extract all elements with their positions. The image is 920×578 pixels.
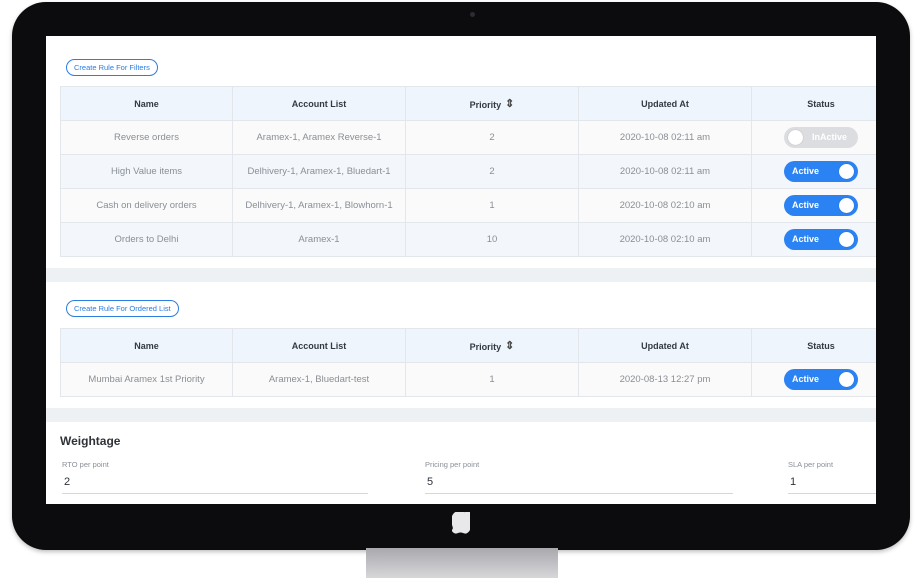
table-header-row: Name Account List Priority ⇕ Updated At S… — [60, 86, 876, 121]
toggle-knob — [839, 372, 854, 387]
table-row[interactable]: Reverse orders Aramex-1, Aramex Reverse-… — [60, 120, 876, 155]
status-label: Active — [792, 166, 820, 176]
rule-status-cell: InActive — [751, 120, 876, 155]
column-header-name: Name — [60, 328, 233, 363]
camera-icon — [470, 12, 475, 17]
rule-status-cell: Active — [751, 154, 876, 189]
create-filter-rule-button[interactable]: Create Rule For Filters — [66, 59, 158, 76]
rule-priority: 2 — [405, 120, 579, 155]
rule-accounts: Delhivery-1, Aramex-1, Bluedart-1 — [232, 154, 406, 189]
column-header-name: Name — [60, 86, 233, 121]
rule-updated-at: 2020-10-08 02:10 am — [578, 222, 752, 257]
rule-name: High Value items — [60, 154, 233, 189]
column-header-account-list: Account List — [232, 86, 406, 121]
toggle-knob — [839, 164, 854, 179]
table-row[interactable]: Orders to Delhi Aramex-1 10 2020-10-08 0… — [60, 222, 876, 257]
sort-arrows-icon[interactable]: ⇕ — [505, 97, 514, 110]
column-header-status: Status — [751, 86, 876, 121]
rule-priority: 1 — [405, 362, 579, 397]
section-divider — [46, 268, 876, 282]
rule-accounts: Aramex-1, Aramex Reverse-1 — [232, 120, 406, 155]
rule-updated-at: 2020-10-08 02:11 am — [578, 120, 752, 155]
rule-updated-at: 2020-08-13 12:27 pm — [578, 362, 752, 397]
status-toggle[interactable]: Active — [784, 195, 858, 216]
column-header-priority[interactable]: Priority ⇕ — [405, 328, 579, 363]
rule-name: Reverse orders — [60, 120, 233, 155]
priority-header-label: Priority — [469, 100, 502, 110]
status-toggle[interactable]: Active — [784, 229, 858, 250]
pricing-per-point-label: Pricing per point — [425, 460, 480, 469]
filters-table: Name Account List Priority ⇕ Updated At S… — [60, 86, 876, 257]
table-row[interactable]: Mumbai Aramex 1st Priority Aramex-1, Blu… — [60, 362, 876, 397]
apple-logo-icon — [452, 512, 470, 534]
status-toggle[interactable]: InActive — [784, 127, 858, 148]
rule-accounts: Aramex-1, Bluedart-test — [232, 362, 406, 397]
rule-status-cell: Active — [751, 222, 876, 257]
table-row[interactable]: Cash on delivery orders Delhivery-1, Ara… — [60, 188, 876, 223]
rule-name: Mumbai Aramex 1st Priority — [60, 362, 233, 397]
ordered-list-table: Name Account List Priority ⇕ Updated At S… — [60, 328, 876, 397]
pricing-per-point-field[interactable]: Pricing per point 5 — [425, 460, 733, 494]
rule-updated-at: 2020-10-08 02:11 am — [578, 154, 752, 189]
column-header-status: Status — [751, 328, 876, 363]
priority-header-label: Priority — [469, 342, 502, 352]
column-header-updated-at: Updated At — [578, 86, 752, 121]
table-header-row: Name Account List Priority ⇕ Updated At S… — [60, 328, 876, 363]
rule-name: Orders to Delhi — [60, 222, 233, 257]
filters-section: Create Rule For Filters Name Account Lis… — [46, 36, 876, 268]
rto-per-point-field[interactable]: RTO per point 2 — [62, 460, 368, 494]
column-header-updated-at: Updated At — [578, 328, 752, 363]
rto-per-point-label: RTO per point — [62, 460, 109, 469]
status-label: Active — [792, 234, 820, 244]
rule-status-cell: Active — [751, 362, 876, 397]
sort-arrows-icon[interactable]: ⇕ — [505, 339, 514, 352]
rule-accounts: Aramex-1 — [232, 222, 406, 257]
rule-priority: 10 — [405, 222, 579, 257]
toggle-knob — [839, 232, 854, 247]
column-header-priority[interactable]: Priority ⇕ — [405, 86, 579, 121]
rule-name: Cash on delivery orders — [60, 188, 233, 223]
status-toggle[interactable]: Active — [784, 161, 858, 182]
rule-updated-at: 2020-10-08 02:10 am — [578, 188, 752, 223]
rule-priority: 1 — [405, 188, 579, 223]
rule-status-cell: Active — [751, 188, 876, 223]
status-label: Active — [792, 374, 820, 384]
status-toggle[interactable]: Active — [784, 369, 858, 390]
toggle-knob — [839, 198, 854, 213]
sla-per-point-input[interactable]: 1 — [788, 476, 876, 494]
sla-per-point-label: SLA per point — [788, 460, 834, 469]
weightage-title: Weightage — [60, 434, 121, 448]
app-screen: Create Rule For Filters Name Account Lis… — [46, 36, 876, 504]
rto-per-point-input[interactable]: 2 — [62, 476, 368, 494]
pricing-per-point-input[interactable]: 5 — [425, 476, 733, 494]
create-ordered-rule-button[interactable]: Create Rule For Ordered List — [66, 300, 179, 317]
rule-priority: 2 — [405, 154, 579, 189]
monitor-stand — [366, 548, 558, 578]
toggle-knob — [788, 130, 803, 145]
status-label: Active — [792, 200, 820, 210]
section-divider — [46, 408, 876, 422]
rule-accounts: Delhivery-1, Aramex-1, Blowhorn-1 — [232, 188, 406, 223]
column-header-account-list: Account List — [232, 328, 406, 363]
sla-per-point-field[interactable]: SLA per point 1 — [788, 460, 876, 494]
table-row[interactable]: High Value items Delhivery-1, Aramex-1, … — [60, 154, 876, 189]
